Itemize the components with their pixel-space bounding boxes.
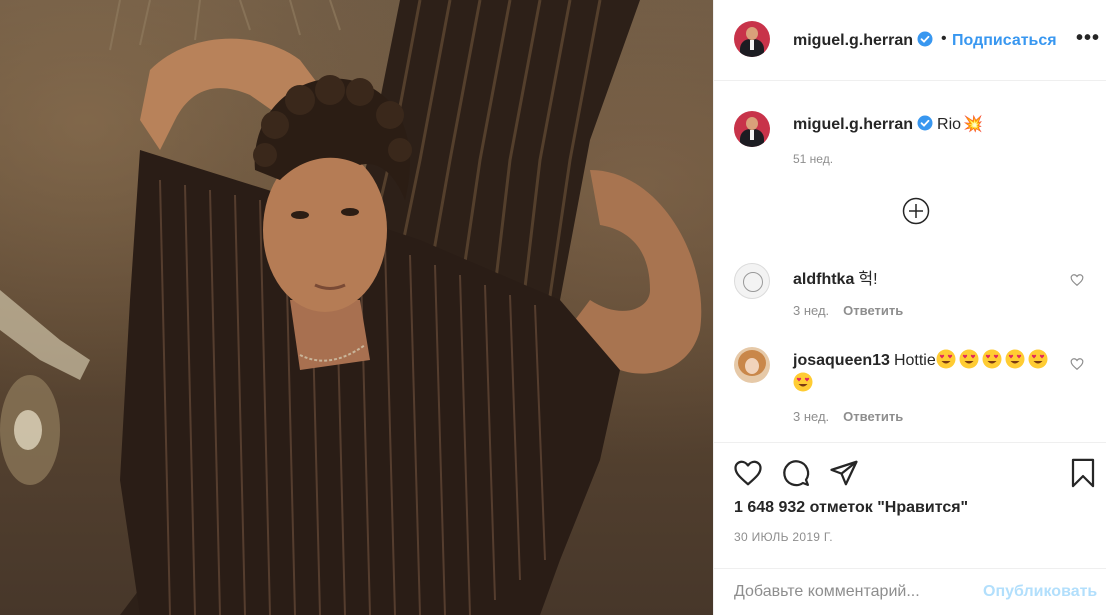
caption-avatar[interactable] — [734, 111, 770, 147]
heart-icon[interactable] — [733, 458, 763, 488]
comment-text: 헉! — [858, 271, 878, 288]
comment-username[interactable]: josaqueen13 — [793, 352, 890, 369]
comment-item: josaqueen13 Hottie — [793, 349, 1063, 395]
comment-text: Hottie — [893, 352, 936, 369]
heart-eyes-emoji-icon — [936, 349, 956, 369]
photo-illustration — [0, 0, 702, 615]
header-username-block: miguel.g.herran — [793, 31, 933, 50]
follow-button[interactable]: Подписаться — [952, 32, 1057, 50]
post-side-panel: miguel.g.herran • Подписаться ••• miguel… — [713, 0, 1106, 615]
header-username[interactable]: miguel.g.herran — [793, 32, 913, 49]
post-photo[interactable] — [0, 0, 713, 615]
reply-button[interactable]: Ответить — [843, 409, 903, 424]
caption-timestamp[interactable]: 51 нед. — [793, 152, 833, 166]
caption-text: Rio — [937, 116, 962, 133]
comment-input[interactable] — [734, 577, 974, 607]
heart-eyes-emoji-icon — [959, 349, 979, 369]
comment-timestamp[interactable]: 3 нед. — [793, 303, 829, 318]
header-separator: • — [941, 30, 947, 47]
comment-timestamp[interactable]: 3 нед. — [793, 409, 829, 424]
post-actions-section: 1 648 932 отметок "Нравится" 30 ИЮЛЬ 201… — [714, 442, 1106, 615]
heart-eyes-emoji-icon — [1028, 349, 1048, 369]
heart-eyes-emoji-icon — [793, 372, 813, 392]
verified-badge-icon — [917, 31, 933, 47]
caption-emoji: 💥 — [963, 116, 983, 133]
heart-eyes-emoji-icon — [1005, 349, 1025, 369]
comment-meta: 3 нед. Ответить — [793, 303, 903, 318]
verified-badge-icon — [917, 115, 933, 131]
comment-avatar[interactable] — [734, 263, 770, 299]
share-icon[interactable] — [829, 458, 859, 488]
reply-button[interactable]: Ответить — [843, 303, 903, 318]
more-options-icon[interactable]: ••• — [1076, 27, 1100, 50]
comment-username[interactable]: aldfhtka — [793, 271, 854, 288]
post-date[interactable]: 30 ИЮЛЬ 2019 Г. — [734, 530, 833, 544]
heart-eyes-emoji-icon — [982, 349, 1002, 369]
add-comment-bar: Опубликовать — [714, 568, 1106, 616]
comment-icon[interactable] — [781, 458, 811, 488]
comment-avatar[interactable] — [734, 347, 770, 383]
caption: miguel.g.herran Rio 💥 — [793, 114, 983, 134]
heart-outline-small-icon[interactable] — [1070, 273, 1084, 287]
publish-button[interactable]: Опубликовать — [983, 583, 1097, 601]
bookmark-icon[interactable] — [1069, 458, 1097, 488]
likes-count[interactable]: 1 648 932 отметок "Нравится" — [734, 499, 968, 517]
heart-outline-small-icon[interactable] — [1070, 357, 1084, 371]
caption-username[interactable]: miguel.g.herran — [793, 116, 913, 133]
comment-meta: 3 нед. Ответить — [793, 409, 903, 424]
comment-item: aldfhtka 헉! — [793, 265, 878, 289]
load-more-comments-icon[interactable] — [902, 197, 930, 225]
author-avatar[interactable] — [734, 21, 770, 57]
post-header: miguel.g.herran • Подписаться ••• — [714, 0, 1106, 81]
